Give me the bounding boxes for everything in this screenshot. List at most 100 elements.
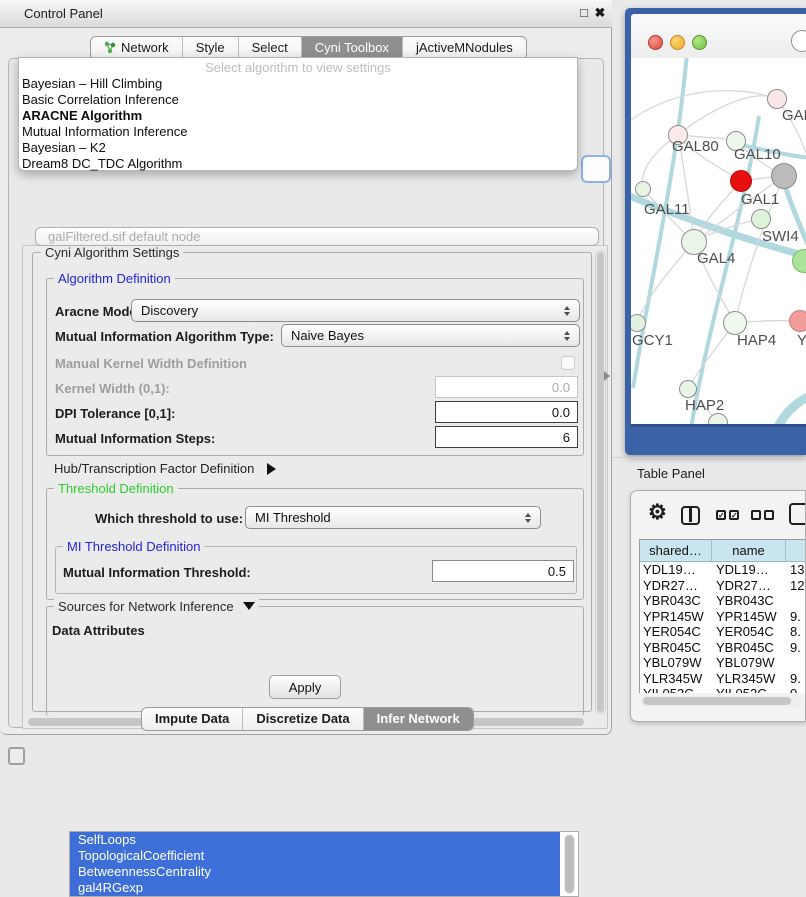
tab-infer-network[interactable]: Infer Network xyxy=(364,708,473,730)
tab-jactivemnodules[interactable]: jActiveMNodules xyxy=(403,37,526,59)
node-label: Y xyxy=(797,332,806,349)
attributes-list-scrollbar[interactable] xyxy=(564,834,575,894)
unchecked-box-icon xyxy=(751,510,761,520)
network-window-titlebar xyxy=(631,14,806,58)
scrollbar-thumb[interactable] xyxy=(643,697,791,705)
settings-vertical-scrollbar[interactable] xyxy=(595,250,606,714)
menu-item-bayesian-k2[interactable]: Bayesian – K2 xyxy=(22,140,106,156)
deselect-all-checkboxes-icon[interactable] xyxy=(751,510,774,520)
tab-style[interactable]: Style xyxy=(183,37,239,59)
node-label: HAP2 xyxy=(685,397,724,414)
network-node-salmon[interactable] xyxy=(789,310,806,332)
bottom-left-partial-icon[interactable] xyxy=(8,747,25,765)
focused-combo-fragment[interactable] xyxy=(581,155,611,183)
dpi-tolerance-label: DPI Tolerance [0,1]: xyxy=(55,406,175,421)
table-panel-divider xyxy=(612,457,806,458)
data-attributes-label: Data Attributes xyxy=(52,623,145,638)
table-row[interactable]: YDL19…YDL19…13 xyxy=(640,562,806,578)
panel-divider-grip[interactable] xyxy=(604,371,610,381)
network-node-hap2[interactable] xyxy=(679,380,697,398)
checked-box-icon: ✓ xyxy=(716,510,726,520)
which-threshold-combo[interactable]: MI Threshold xyxy=(245,506,541,529)
network-node-pink-top[interactable] xyxy=(767,89,787,109)
menu-item-basic-correlation[interactable]: Basic Correlation Inference xyxy=(22,92,179,108)
minimize-traffic-light-icon[interactable] xyxy=(670,35,685,50)
sources-group-title[interactable]: Sources for Network Inference xyxy=(54,599,259,614)
menu-item-dream8[interactable]: Dream8 DC_TDC Algorithm xyxy=(22,156,182,172)
tab-impute-data[interactable]: Impute Data xyxy=(142,708,243,730)
network-node-gal1[interactable] xyxy=(751,209,771,229)
manual-kernel-width-checkbox[interactable] xyxy=(561,356,575,370)
hub-factor-expander[interactable]: Hub/Transcription Factor Definition xyxy=(54,461,276,476)
network-canvas[interactable]: GAL GAL80 GAL10 GAL11 GAL1 SWI4 GAL4 GCY… xyxy=(631,58,806,424)
column-header-partial[interactable] xyxy=(786,540,806,561)
network-tab-icon xyxy=(104,41,116,54)
kernel-width-field[interactable]: 0.0 xyxy=(435,376,578,398)
apply-button[interactable]: Apply xyxy=(269,675,341,699)
tab-select[interactable]: Select xyxy=(239,37,302,59)
column-header-name[interactable]: name xyxy=(712,540,786,561)
zoom-traffic-light-icon[interactable] xyxy=(692,35,707,50)
mi-threshold-definition-title: MI Threshold Definition xyxy=(63,539,204,554)
aracne-mode-combo[interactable]: Discovery xyxy=(131,299,580,322)
table-row[interactable]: YPR145WYPR145W9. xyxy=(640,609,806,625)
tab-cyni-toolbox[interactable]: Cyni Toolbox xyxy=(302,37,403,59)
cyni-algorithm-settings-title: Cyni Algorithm Settings xyxy=(41,245,183,260)
apply-button-label: Apply xyxy=(289,680,322,695)
select-all-checkboxes-icon[interactable]: ✓ ✓ xyxy=(716,510,739,520)
network-attribute-combo-value: galFiltered.sif default node xyxy=(48,229,200,244)
network-node-gray[interactable] xyxy=(771,163,797,189)
float-window-icon[interactable]: □ xyxy=(576,5,592,21)
scrollbar-thumb[interactable] xyxy=(597,252,604,712)
table-row[interactable]: YBL079WYBL079W xyxy=(640,655,806,671)
table-row[interactable]: YIL052CYIL052C0. xyxy=(640,686,806,693)
network-node-partial-top[interactable] xyxy=(791,30,806,52)
node-label: GAL10 xyxy=(734,146,781,163)
scrollbar-thumb[interactable] xyxy=(565,835,574,893)
table-row[interactable]: YBR045CYBR045C9. xyxy=(640,640,806,656)
menu-item-mutual-information[interactable]: Mutual Information Inference xyxy=(22,124,187,140)
settings-scroll-viewport: Cyni Algorithm Settings Algorithm Defini… xyxy=(22,245,608,729)
table-panel-window: ⚙ ✓ ✓ shared… name YDL19…YDL19…13 YDR27…… xyxy=(630,490,806,722)
mi-algorithm-type-combo[interactable]: Naive Bayes xyxy=(281,324,580,347)
expander-right-arrow-icon xyxy=(267,463,276,475)
list-item[interactable]: BetweennessCentrality xyxy=(70,864,560,880)
network-attribute-combo[interactable]: galFiltered.sif default node xyxy=(35,227,599,246)
node-label: GAL4 xyxy=(697,250,735,267)
menu-item-bayesian-hill-climbing[interactable]: Bayesian – Hill Climbing xyxy=(22,76,162,92)
mi-steps-field[interactable]: 6 xyxy=(435,426,578,448)
gear-icon[interactable]: ⚙ xyxy=(648,500,667,525)
dpi-tolerance-field[interactable]: 0.0 xyxy=(435,401,578,423)
column-header-shared-name[interactable]: shared… xyxy=(640,540,712,561)
data-attributes-list[interactable]: SelfLoops TopologicalCoefficient Between… xyxy=(69,831,579,897)
checked-box-icon: ✓ xyxy=(729,510,739,520)
threshold-definition-group: Threshold Definition Which threshold to … xyxy=(46,488,584,600)
table-row[interactable]: YDR27…YDR27…12 xyxy=(640,578,806,594)
tab-network-label: Network xyxy=(121,40,169,55)
menu-item-aracne[interactable]: ARACNE Algorithm xyxy=(22,108,142,124)
manual-kernel-width-label: Manual Kernel Width Definition xyxy=(55,356,247,371)
which-threshold-label: Which threshold to use: xyxy=(95,511,243,526)
list-item[interactable]: TopologicalCoefficient xyxy=(70,848,560,864)
mi-threshold-field[interactable]: 0.5 xyxy=(432,560,574,582)
node-label: GAL1 xyxy=(741,191,779,208)
table-row[interactable]: YER054CYER054C8. xyxy=(640,624,806,640)
table-horizontal-scrollbar[interactable] xyxy=(641,696,801,707)
network-node-gal11[interactable] xyxy=(635,181,651,197)
partial-clipped-icon[interactable] xyxy=(789,503,806,525)
aracne-mode-label: Aracne Mode: xyxy=(55,304,141,319)
close-traffic-light-icon[interactable] xyxy=(648,35,663,50)
close-window-icon[interactable]: ✖ xyxy=(592,5,608,21)
node-table: shared… name YDL19…YDL19…13 YDR27…YDR27…… xyxy=(639,539,806,693)
list-item[interactable]: SelfLoops xyxy=(70,832,560,848)
table-row[interactable]: YLR345WYLR345W9. xyxy=(640,671,806,687)
tab-network[interactable]: Network xyxy=(91,37,183,59)
expander-down-arrow-icon xyxy=(243,602,255,610)
sources-title-text: Sources for Network Inference xyxy=(58,599,234,614)
list-item[interactable]: gal4RGexp xyxy=(70,880,560,896)
node-label: GAL80 xyxy=(672,138,719,155)
table-row[interactable]: YBR043CYBR043C xyxy=(640,593,806,609)
network-node-red[interactable] xyxy=(730,170,752,192)
tab-discretize-data[interactable]: Discretize Data xyxy=(243,708,363,730)
column-layout-icon[interactable] xyxy=(681,506,700,525)
